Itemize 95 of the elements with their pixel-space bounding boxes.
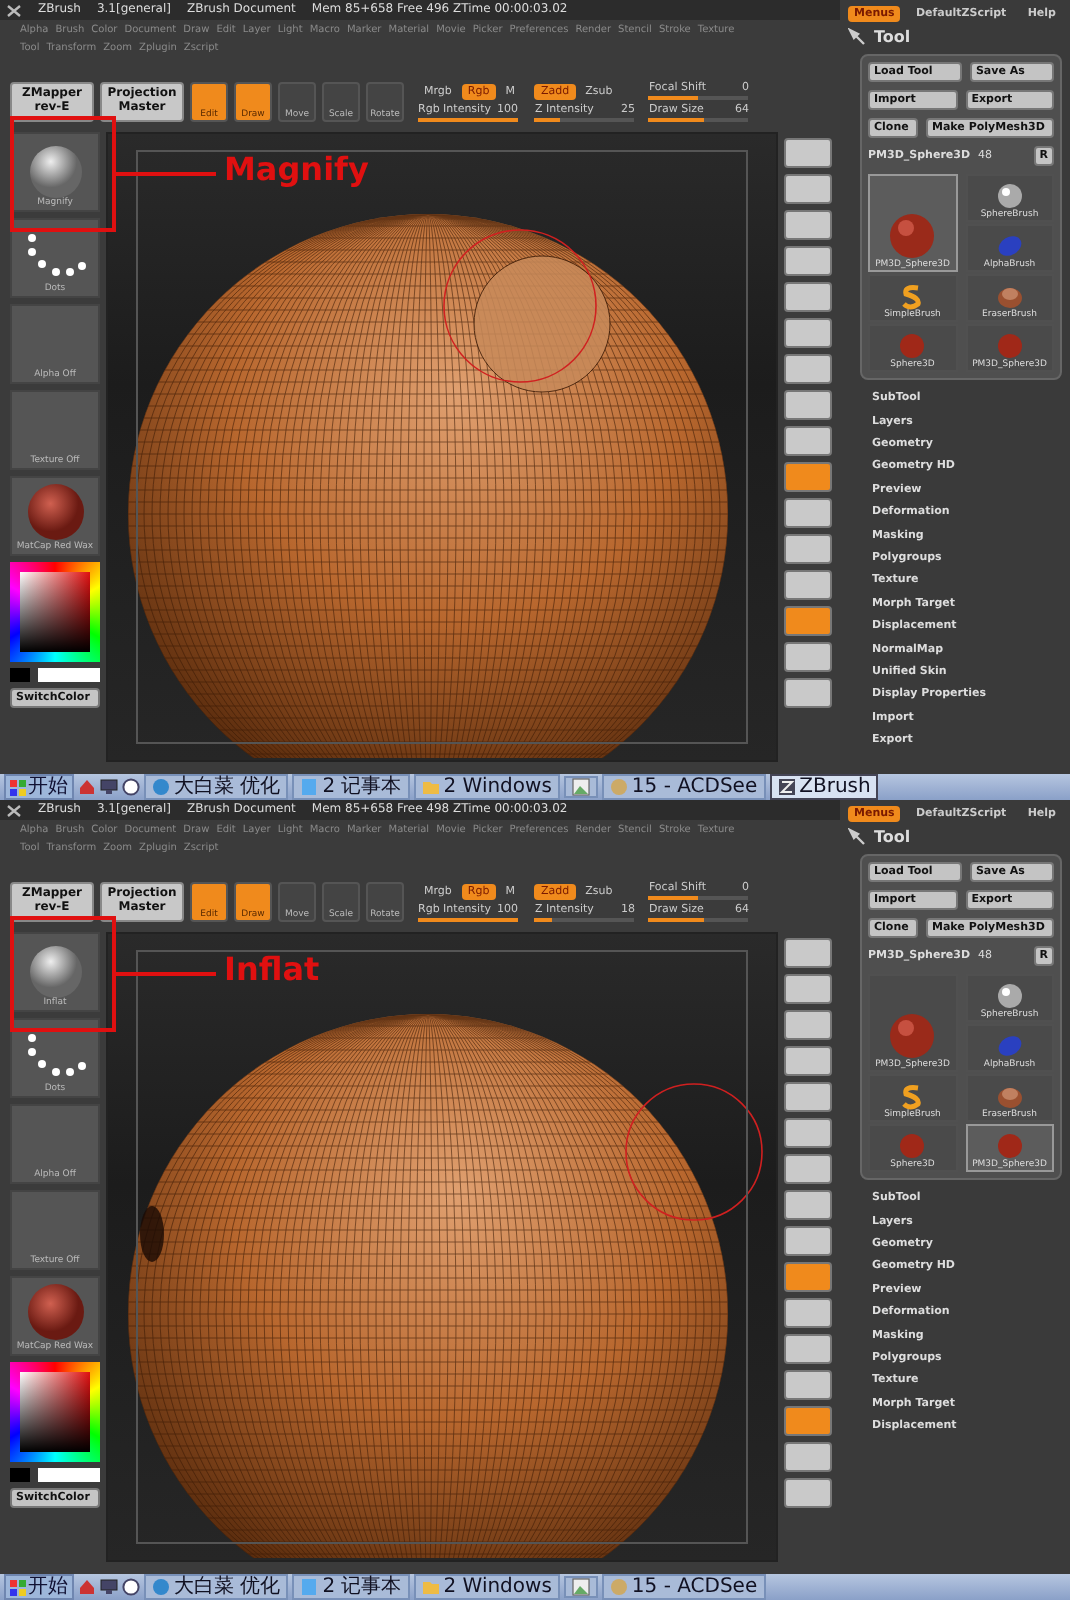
annotation-label: Magnify bbox=[224, 152, 369, 189]
taskbar-button[interactable]: 2 Windows bbox=[413, 774, 560, 800]
view-button[interactable] bbox=[784, 1154, 832, 1184]
taskbar-button[interactable]: 15 - ACDSee bbox=[601, 774, 766, 800]
taskbar-button[interactable] bbox=[563, 1576, 598, 1598]
taskbar-button[interactable] bbox=[563, 776, 598, 798]
taskbar-button[interactable]: 大白菜 优化 bbox=[144, 774, 289, 800]
color-picker[interactable] bbox=[10, 1362, 100, 1462]
view-button[interactable] bbox=[784, 462, 832, 492]
taskbar-button[interactable]: 大白菜 优化 bbox=[144, 1574, 289, 1600]
blob-icon bbox=[995, 1032, 1024, 1061]
start-button[interactable]: 开始 bbox=[4, 774, 74, 800]
view-button[interactable] bbox=[784, 426, 832, 456]
view-button[interactable] bbox=[784, 174, 832, 204]
disc-icon bbox=[609, 1578, 628, 1596]
s-shape-icon bbox=[898, 1082, 927, 1111]
view-button[interactable] bbox=[784, 1262, 832, 1292]
leader-line bbox=[116, 972, 216, 976]
brush-cursor bbox=[624, 1082, 764, 1222]
view-button[interactable] bbox=[784, 210, 832, 240]
sphere-icon bbox=[898, 1132, 927, 1161]
sphere-icon bbox=[25, 141, 85, 198]
picture-icon bbox=[571, 1578, 590, 1596]
sphere-icon bbox=[888, 212, 937, 261]
highlight-frame bbox=[10, 916, 116, 1032]
view-button[interactable] bbox=[784, 1046, 832, 1076]
ball-icon bbox=[995, 182, 1024, 211]
logo-icon bbox=[6, 803, 22, 817]
view-button[interactable] bbox=[784, 938, 832, 968]
windows-logo-icon bbox=[10, 779, 26, 795]
view-button[interactable] bbox=[784, 606, 832, 636]
notepad-icon bbox=[300, 778, 319, 796]
view-button[interactable] bbox=[784, 570, 832, 600]
app-icon bbox=[777, 778, 796, 796]
taskbar-button[interactable]: 15 - ACDSee bbox=[601, 1574, 766, 1600]
taskbar-button[interactable]: ZBrush bbox=[769, 774, 879, 800]
start-button[interactable]: 开始 bbox=[4, 1574, 74, 1600]
s-shape-icon bbox=[898, 282, 927, 311]
logo-icon bbox=[6, 3, 22, 17]
ball-icon bbox=[995, 982, 1024, 1011]
taskbar-button[interactable]: 2 Windows bbox=[413, 1574, 560, 1600]
view-button[interactable] bbox=[784, 1118, 832, 1148]
view-button[interactable] bbox=[784, 1478, 832, 1508]
leader-line bbox=[116, 172, 216, 176]
primary-color-swatch[interactable] bbox=[10, 668, 30, 682]
view-button[interactable] bbox=[784, 498, 832, 528]
globe-icon bbox=[152, 1578, 170, 1596]
notepad-icon bbox=[300, 1578, 319, 1596]
disc-icon bbox=[609, 778, 628, 796]
view-button[interactable] bbox=[784, 390, 832, 420]
view-button[interactable] bbox=[784, 1442, 832, 1472]
sphere-icon bbox=[888, 1012, 937, 1061]
color-picker[interactable] bbox=[10, 562, 100, 662]
view-button[interactable] bbox=[784, 642, 832, 672]
view-button[interactable] bbox=[784, 354, 832, 384]
view-button[interactable] bbox=[784, 1190, 832, 1220]
taskbar-button[interactable]: 2 记事本 bbox=[292, 1574, 410, 1600]
taskbar-button[interactable]: 2 记事本 bbox=[292, 774, 410, 800]
windows-logo-icon bbox=[10, 1579, 26, 1595]
sphere-icon bbox=[898, 332, 927, 361]
panel-title: Tool bbox=[874, 828, 911, 847]
desktop-icon[interactable] bbox=[100, 1578, 118, 1596]
secondary-color-swatch[interactable] bbox=[38, 1468, 100, 1482]
annotation-label: Inflat bbox=[224, 952, 320, 989]
view-button[interactable] bbox=[784, 282, 832, 312]
view-button[interactable] bbox=[784, 1406, 832, 1436]
sphere-icon bbox=[25, 941, 85, 998]
desktop-icon[interactable] bbox=[100, 778, 118, 796]
view-button[interactable] bbox=[784, 1226, 832, 1256]
secondary-color-swatch[interactable] bbox=[38, 668, 100, 682]
eraser-icon bbox=[995, 282, 1024, 311]
blob-icon bbox=[995, 232, 1024, 261]
primary-color-swatch[interactable] bbox=[10, 1468, 30, 1482]
view-button[interactable] bbox=[784, 1334, 832, 1364]
view-button[interactable] bbox=[784, 1010, 832, 1040]
view-button[interactable] bbox=[784, 246, 832, 276]
view-button[interactable] bbox=[784, 678, 832, 708]
view-button[interactable] bbox=[784, 974, 832, 1004]
globe-icon bbox=[152, 778, 170, 796]
view-button[interactable] bbox=[784, 318, 832, 348]
highlight-frame bbox=[10, 116, 116, 232]
material-sphere-icon bbox=[25, 481, 85, 542]
eraser-icon bbox=[995, 1082, 1024, 1111]
sphere-icon bbox=[995, 1132, 1024, 1161]
view-button[interactable] bbox=[784, 1370, 832, 1400]
view-button[interactable] bbox=[784, 1298, 832, 1328]
panel-title: Tool bbox=[874, 28, 911, 47]
sphere-icon bbox=[995, 332, 1024, 361]
view-button[interactable] bbox=[784, 138, 832, 168]
picture-icon bbox=[571, 778, 590, 796]
material-sphere-icon bbox=[25, 1281, 85, 1342]
folder-icon bbox=[421, 778, 440, 796]
view-button[interactable] bbox=[784, 1082, 832, 1112]
folder-icon bbox=[421, 1578, 440, 1596]
view-button[interactable] bbox=[784, 534, 832, 564]
